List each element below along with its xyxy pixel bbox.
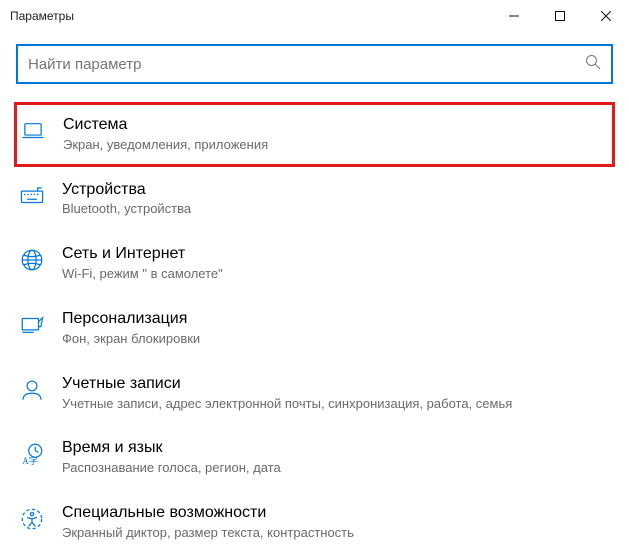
category-accounts[interactable]: Учетные записи Учетные записи, адрес эле…: [16, 361, 613, 426]
time-language-icon: A字: [18, 440, 46, 468]
paintbrush-icon: [18, 311, 46, 339]
maximize-button[interactable]: [537, 0, 583, 32]
category-title: Устройства: [62, 180, 191, 201]
person-icon: [18, 376, 46, 404]
category-time-language[interactable]: A字 Время и язык Распознавание голоса, ре…: [16, 425, 613, 490]
globe-icon: [18, 246, 46, 274]
category-title: Персонализация: [62, 309, 200, 330]
svg-text:A字: A字: [22, 455, 37, 466]
category-devices[interactable]: Устройства Bluetooth, устройства: [16, 167, 613, 232]
category-desc: Учетные записи, адрес электронной почты,…: [62, 396, 512, 413]
category-desc: Распознавание голоса, регион, дата: [62, 460, 281, 477]
laptop-icon: [19, 117, 47, 145]
titlebar: Параметры: [0, 0, 629, 32]
keyboard-icon: [18, 182, 46, 210]
ease-of-access-icon: [18, 505, 46, 533]
close-button[interactable]: [583, 0, 629, 32]
category-title: Время и язык: [62, 438, 281, 459]
category-desc: Экранный диктор, размер текста, контраст…: [62, 525, 354, 542]
category-ease-of-access[interactable]: Специальные возможности Экранный диктор,…: [16, 490, 613, 555]
window-title: Параметры: [10, 9, 74, 23]
search-box[interactable]: [16, 44, 613, 84]
minimize-button[interactable]: [491, 0, 537, 32]
category-title: Сеть и Интернет: [62, 244, 223, 265]
category-title: Система: [63, 115, 268, 136]
search-input[interactable]: [28, 56, 585, 73]
category-title: Учетные записи: [62, 374, 512, 395]
categories-list: Система Экран, уведомления, приложения: [16, 102, 613, 555]
category-system[interactable]: Система Экран, уведомления, приложения: [14, 102, 615, 167]
category-title: Специальные возможности: [62, 503, 354, 524]
search-icon: [585, 54, 601, 75]
category-network[interactable]: Сеть и Интернет Wi-Fi, режим " в самолет…: [16, 231, 613, 296]
category-desc: Экран, уведомления, приложения: [63, 137, 268, 154]
category-desc: Фон, экран блокировки: [62, 331, 200, 348]
category-personalization[interactable]: Персонализация Фон, экран блокировки: [16, 296, 613, 361]
category-desc: Bluetooth, устройства: [62, 201, 191, 218]
category-desc: Wi-Fi, режим " в самолете": [62, 266, 223, 283]
